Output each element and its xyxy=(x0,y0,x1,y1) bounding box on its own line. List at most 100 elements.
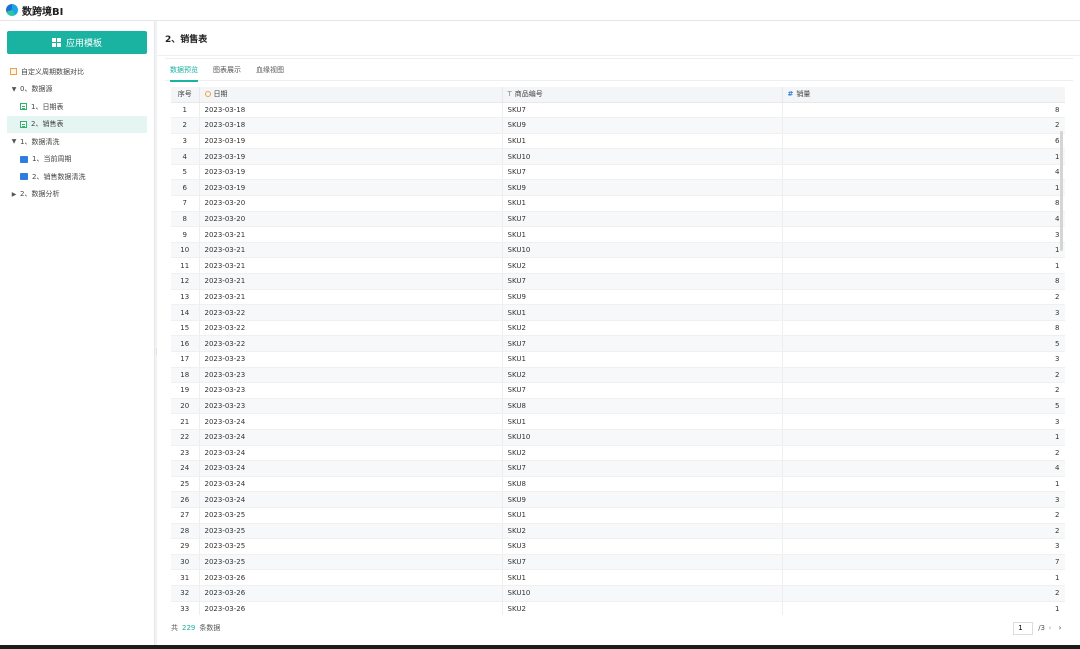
cell-index: 33 xyxy=(171,601,200,615)
cell-sales: 6 xyxy=(782,133,1065,150)
table-row[interactable]: 32 2023-03-26 SKU10 2 xyxy=(171,585,1065,602)
app-template-button[interactable]: 应用模板 xyxy=(7,31,147,54)
table-row[interactable]: 3 2023-03-19 SKU1 6 xyxy=(171,133,1065,150)
sidebar-item-data-analysis[interactable]: ▶ 2、数据分析 xyxy=(0,186,155,204)
cell-sku: SKU7 xyxy=(502,273,783,290)
cell-sku: SKU10 xyxy=(502,148,783,165)
cell-sku: SKU1 xyxy=(502,569,783,586)
cell-sales: 3 xyxy=(782,413,1065,430)
cell-index: 13 xyxy=(171,289,200,306)
cell-date: 2023-03-23 xyxy=(199,367,503,384)
table-row[interactable]: 15 2023-03-22 SKU2 8 xyxy=(171,320,1065,337)
table-row[interactable]: 20 2023-03-23 SKU8 5 xyxy=(171,398,1065,415)
table-row[interactable]: 26 2023-03-24 SKU9 3 xyxy=(171,491,1065,508)
table-row[interactable]: 7 2023-03-20 SKU1 8 xyxy=(171,195,1065,212)
table-row[interactable]: 1 2023-03-18 SKU7 8 xyxy=(171,102,1065,119)
page-number-input[interactable] xyxy=(1013,621,1034,635)
total-count: 229 xyxy=(182,624,196,632)
sidebar-item-datasource[interactable]: ▼ 0、数据源 xyxy=(0,81,155,99)
table-row[interactable]: 6 2023-03-19 SKU9 1 xyxy=(171,179,1065,197)
cell-sales: 2 xyxy=(782,289,1065,306)
cell-sku: SKU2 xyxy=(502,320,783,337)
table-row[interactable]: 5 2023-03-19 SKU7 4 xyxy=(171,164,1065,181)
table-row[interactable]: 10 2023-03-21 SKU10 1 xyxy=(171,242,1065,259)
caret-right-icon[interactable]: ▶ xyxy=(10,191,18,198)
sidebar-item-label: 1、当前周期 xyxy=(32,155,72,164)
table-row[interactable]: 25 2023-03-24 SKU8 1 xyxy=(171,476,1065,493)
number-type-icon: # xyxy=(787,90,794,99)
cell-sku: SKU7 xyxy=(502,554,783,571)
next-page-icon[interactable]: › xyxy=(1055,624,1065,632)
table-row[interactable]: 8 2023-03-20 SKU7 4 xyxy=(171,211,1065,228)
column-header-sales[interactable]: # 销量 xyxy=(782,87,1065,103)
table-row[interactable]: 27 2023-03-25 SKU1 2 xyxy=(171,507,1065,524)
cell-sales: 4 xyxy=(782,164,1065,181)
sidebar-item-date-table[interactable]: 1、日期表 xyxy=(0,98,155,116)
cell-sales: 3 xyxy=(782,491,1065,508)
cell-date: 2023-03-21 xyxy=(199,226,503,243)
cell-sku: SKU1 xyxy=(502,507,783,524)
resize-handle[interactable]: ⋮ xyxy=(153,349,160,359)
cell-sales: 4 xyxy=(782,460,1065,477)
table-row[interactable]: 17 2023-03-23 SKU1 3 xyxy=(171,351,1065,368)
cell-sales: 1 xyxy=(782,569,1065,586)
table-scrollbar[interactable] xyxy=(1060,131,1063,251)
table-row[interactable]: 4 2023-03-19 SKU10 1 xyxy=(171,148,1065,165)
sidebar-item-sales-table[interactable]: 2、销售表 xyxy=(7,115,147,133)
cell-sku: SKU1 xyxy=(502,133,783,150)
table-row[interactable]: 12 2023-03-21 SKU7 8 xyxy=(171,273,1065,290)
table-row[interactable]: 31 2023-03-26 SKU1 1 xyxy=(171,569,1065,586)
prev-page-icon[interactable]: ‹ xyxy=(1045,624,1055,632)
tab-lineage-view[interactable]: 血缘视图 xyxy=(256,59,284,81)
cell-index: 11 xyxy=(171,257,200,275)
cell-sku: SKU2 xyxy=(502,601,783,615)
table-row[interactable]: 22 2023-03-24 SKU10 1 xyxy=(171,429,1065,446)
data-table-container[interactable]: 序号 日期 T 商品编号 # 销量 1 2023-03-18 SKU7 8 2 2023-03… xyxy=(171,87,1065,615)
cell-index: 14 xyxy=(171,304,200,321)
table-row[interactable]: 29 2023-03-25 SKU3 3 xyxy=(171,538,1065,555)
cell-date: 2023-03-19 xyxy=(199,164,503,181)
cell-sales: 1 xyxy=(782,257,1065,275)
column-header-date[interactable]: 日期 xyxy=(199,87,503,103)
table-row[interactable]: 14 2023-03-22 SKU1 3 xyxy=(171,304,1065,321)
cell-date: 2023-03-19 xyxy=(199,179,503,197)
sidebar-item-label: 2、销售表 xyxy=(31,120,64,129)
table-row[interactable]: 28 2023-03-25 SKU2 2 xyxy=(171,523,1065,540)
sidebar-item-sales-cleaning[interactable]: 2、销售数据清洗 xyxy=(0,168,155,186)
app-template-label: 应用模板 xyxy=(65,39,102,49)
tab-data-preview[interactable]: 数据预览 xyxy=(170,59,198,82)
table-row[interactable]: 11 2023-03-21 SKU2 1 xyxy=(171,257,1065,275)
grid-icon xyxy=(51,38,61,47)
cell-sku: SKU2 xyxy=(502,445,783,462)
cell-sku: SKU9 xyxy=(502,179,783,197)
cell-date: 2023-03-18 xyxy=(199,102,503,119)
table-row[interactable]: 23 2023-03-24 SKU2 2 xyxy=(171,445,1065,462)
table-row[interactable]: 2 2023-03-18 SKU9 2 xyxy=(171,117,1065,134)
cell-date: 2023-03-25 xyxy=(199,523,503,540)
table-row[interactable]: 19 2023-03-23 SKU7 2 xyxy=(171,382,1065,399)
table-row[interactable]: 30 2023-03-25 SKU7 7 xyxy=(171,554,1065,571)
table-row[interactable]: 33 2023-03-26 SKU2 1 xyxy=(171,601,1065,615)
caret-down-icon[interactable]: ▼ xyxy=(10,86,18,93)
cell-sku: SKU1 xyxy=(502,195,783,212)
table-row[interactable]: 13 2023-03-21 SKU9 2 xyxy=(171,289,1065,306)
cell-sku: SKU7 xyxy=(502,102,783,119)
cell-sku: SKU2 xyxy=(502,367,783,384)
table-row[interactable]: 9 2023-03-21 SKU1 3 xyxy=(171,226,1065,243)
sidebar-item-current-period[interactable]: 1、当前周期 xyxy=(0,151,155,169)
caret-down-icon[interactable]: ▼ xyxy=(10,138,18,145)
cell-date: 2023-03-19 xyxy=(199,148,503,165)
cell-sku: SKU10 xyxy=(502,242,783,259)
cell-index: 26 xyxy=(171,491,200,508)
sidebar-item-data-cleaning[interactable]: ▼ 1、数据清洗 xyxy=(0,133,155,151)
sidebar-item-custom-period[interactable]: 自定义周期数据对比 xyxy=(0,63,155,81)
cell-sku: SKU2 xyxy=(502,257,783,275)
cell-sales: 3 xyxy=(782,351,1065,368)
column-header-sku[interactable]: T 商品编号 xyxy=(502,87,783,103)
table-row[interactable]: 21 2023-03-24 SKU1 3 xyxy=(171,413,1065,430)
column-header-index[interactable]: 序号 xyxy=(171,87,200,103)
table-row[interactable]: 18 2023-03-23 SKU2 2 xyxy=(171,367,1065,384)
table-row[interactable]: 24 2023-03-24 SKU7 4 xyxy=(171,460,1065,477)
tab-chart-display[interactable]: 图表展示 xyxy=(213,59,241,81)
table-row[interactable]: 16 2023-03-22 SKU7 5 xyxy=(171,335,1065,352)
